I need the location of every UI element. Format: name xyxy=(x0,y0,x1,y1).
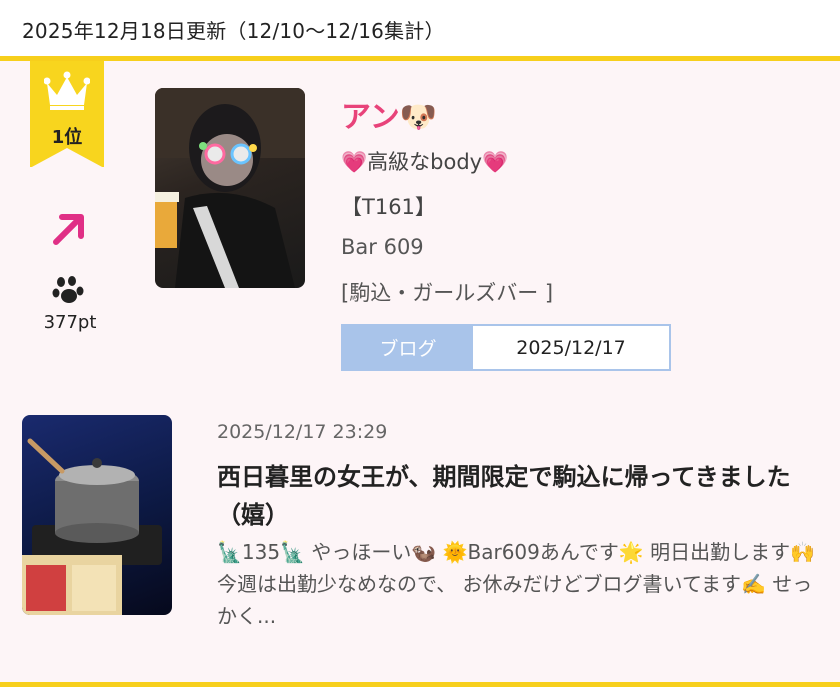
ranking-update-title: 2025年12月18日更新（12/10〜12/16集計） xyxy=(22,19,445,43)
ranking-header: 2025年12月18日更新（12/10〜12/16集計） xyxy=(0,0,840,58)
blog-date: 2025/12/17 xyxy=(516,336,626,359)
paw-icon xyxy=(52,276,84,303)
blog-link[interactable]: ブログ 2025/12/17 xyxy=(341,324,671,371)
card-bottom-divider xyxy=(0,682,840,687)
blog-tag: ブログ xyxy=(343,326,473,369)
shop-area: [駒込・ガールズバー ] xyxy=(341,281,554,305)
crown-icon xyxy=(44,71,90,110)
profile-height: 【T161】 xyxy=(341,195,436,219)
profile-name[interactable]: アン🐶 xyxy=(341,92,437,136)
profile-photo[interactable] xyxy=(155,88,305,288)
blog-thumbnail[interactable] xyxy=(22,415,172,615)
ranking-points: 377pt xyxy=(43,312,97,333)
profile-catchphrase: 💗高級なbody💗 xyxy=(341,150,509,174)
arrow-up-right-icon xyxy=(53,214,84,245)
profile-photo-illustration xyxy=(155,88,305,288)
blog-thumbnail-illustration xyxy=(22,438,162,615)
post-title[interactable]: 西日暮里の女王が、期間限定で駒込に帰ってきました（嬉） xyxy=(217,458,817,534)
rank-position: 1位 xyxy=(51,127,83,148)
post-datetime: 2025/12/17 23:29 xyxy=(217,421,388,443)
shop-name[interactable]: Bar 609 xyxy=(341,235,424,259)
post-excerpt: 🗽135🗽 やっほーい🦦 🌞Bar609あんです🌟 明日出勤します🙌 今週は出勤… xyxy=(217,540,816,628)
rank-ribbon: 1位 xyxy=(30,61,104,168)
